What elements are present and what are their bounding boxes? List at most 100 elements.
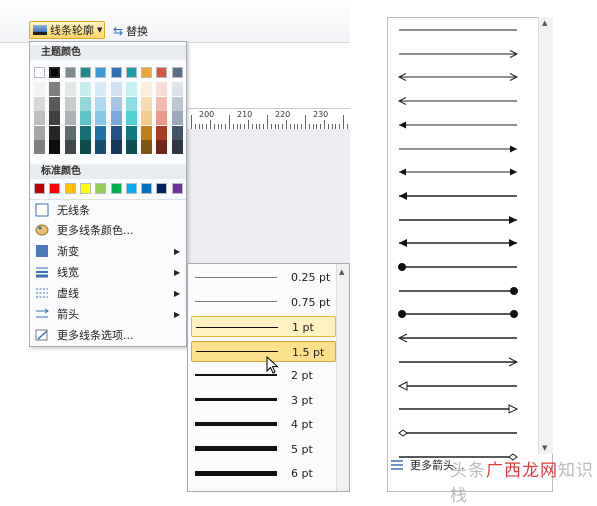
line-width-option[interactable]: 0.75 pt <box>191 292 336 313</box>
theme-shade-swatch[interactable] <box>95 82 107 96</box>
theme-shade-swatch[interactable] <box>110 111 122 125</box>
theme-color-swatch[interactable] <box>64 67 76 78</box>
arrow-style-option[interactable] <box>397 380 519 392</box>
theme-shade-swatch[interactable] <box>141 111 153 125</box>
theme-shade-swatch[interactable] <box>171 82 183 96</box>
arrow-style-option[interactable] <box>397 143 519 155</box>
theme-shade-swatch[interactable] <box>125 96 137 111</box>
arrow-style-option[interactable] <box>397 261 519 273</box>
line-width-option[interactable]: 1 pt <box>191 316 336 337</box>
menu-item-arrow[interactable]: 箭头 ▶ <box>30 304 186 324</box>
arrow-style-option[interactable] <box>397 71 519 83</box>
theme-shade-swatch[interactable] <box>171 140 183 154</box>
theme-shade-swatch[interactable] <box>49 125 61 140</box>
theme-shade-swatch[interactable] <box>64 125 76 140</box>
standard-color-swatch[interactable] <box>64 183 76 194</box>
theme-shade-swatch[interactable] <box>125 82 137 96</box>
standard-color-swatch[interactable] <box>79 183 91 194</box>
theme-shade-swatch[interactable] <box>34 125 45 140</box>
theme-shade-swatch[interactable] <box>79 96 91 111</box>
theme-shade-swatch[interactable] <box>141 125 153 140</box>
theme-shade-swatch[interactable] <box>34 111 45 125</box>
arrow-style-option[interactable] <box>397 24 519 36</box>
theme-shade-swatch[interactable] <box>49 96 61 111</box>
arrow-style-option[interactable] <box>397 237 519 249</box>
standard-color-swatch[interactable] <box>171 183 183 194</box>
theme-shade-swatch[interactable] <box>156 140 168 154</box>
theme-shade-swatch[interactable] <box>64 82 76 96</box>
line-outline-button[interactable]: 线条轮廓 ▼ <box>29 21 105 39</box>
standard-color-swatch[interactable] <box>34 183 45 194</box>
theme-color-swatch[interactable] <box>95 67 107 78</box>
theme-shade-swatch[interactable] <box>79 140 91 154</box>
theme-color-swatch[interactable] <box>49 67 61 78</box>
theme-shade-swatch[interactable] <box>141 82 153 96</box>
theme-color-swatch[interactable] <box>110 67 122 78</box>
menu-item-line-width[interactable]: 线宽 ▶ <box>30 262 186 282</box>
theme-shade-swatch[interactable] <box>49 140 61 154</box>
theme-shade-swatch[interactable] <box>110 96 122 111</box>
arrow-style-option[interactable] <box>397 190 519 202</box>
theme-shade-swatch[interactable] <box>34 96 45 111</box>
scroll-up-icon[interactable]: ▲ <box>542 19 547 27</box>
scroll-up-icon[interactable]: ▲ <box>339 268 344 276</box>
line-width-option[interactable]: 4 pt <box>191 414 336 435</box>
theme-shade-swatch[interactable] <box>125 140 137 154</box>
scrollbar[interactable]: ▲ <box>336 264 349 491</box>
theme-shade-swatch[interactable] <box>141 96 153 111</box>
arrow-style-option[interactable] <box>397 403 519 415</box>
theme-shade-swatch[interactable] <box>110 125 122 140</box>
arrow-style-option[interactable] <box>397 356 519 368</box>
theme-color-swatch[interactable] <box>141 67 153 78</box>
theme-shade-swatch[interactable] <box>141 140 153 154</box>
standard-color-swatch[interactable] <box>95 183 107 194</box>
standard-color-swatch[interactable] <box>156 183 168 194</box>
theme-shade-swatch[interactable] <box>171 111 183 125</box>
theme-shade-swatch[interactable] <box>79 125 91 140</box>
theme-shade-swatch[interactable] <box>34 82 45 96</box>
theme-shade-swatch[interactable] <box>34 140 45 154</box>
theme-shade-swatch[interactable] <box>125 125 137 140</box>
line-width-option[interactable]: 5 pt <box>191 439 336 460</box>
theme-shade-swatch[interactable] <box>95 140 107 154</box>
line-width-option[interactable]: 1.5 pt <box>191 340 336 362</box>
menu-item-line-options[interactable]: 更多线条选项... <box>30 325 186 345</box>
theme-color-swatch[interactable] <box>125 67 137 78</box>
theme-shade-swatch[interactable] <box>125 111 137 125</box>
theme-color-swatch[interactable] <box>34 67 45 78</box>
replace-button[interactable]: ⇆ 替换 <box>113 22 148 40</box>
theme-shade-swatch[interactable] <box>156 96 168 111</box>
theme-color-swatch[interactable] <box>171 67 183 78</box>
theme-shade-swatch[interactable] <box>79 111 91 125</box>
scrollbar[interactable]: ▲ ▼ <box>538 17 553 454</box>
theme-shade-swatch[interactable] <box>110 82 122 96</box>
theme-shade-swatch[interactable] <box>156 125 168 140</box>
menu-item-gradient[interactable]: 渐变 ▶ <box>30 241 186 261</box>
theme-shade-swatch[interactable] <box>95 111 107 125</box>
theme-shade-swatch[interactable] <box>110 140 122 154</box>
arrow-style-option[interactable] <box>397 427 519 439</box>
theme-shade-swatch[interactable] <box>171 96 183 111</box>
arrow-style-option[interactable] <box>397 214 519 226</box>
theme-color-swatch[interactable] <box>156 67 168 78</box>
standard-color-swatch[interactable] <box>49 183 61 194</box>
theme-shade-swatch[interactable] <box>156 111 168 125</box>
line-width-option[interactable]: 3 pt <box>191 390 336 411</box>
theme-color-swatch[interactable] <box>79 67 91 78</box>
theme-shade-swatch[interactable] <box>95 96 107 111</box>
arrow-style-option[interactable] <box>397 332 519 344</box>
arrow-style-option[interactable] <box>397 285 519 297</box>
menu-item-palette[interactable]: 更多线条颜色... <box>30 220 186 240</box>
menu-item-dash[interactable]: 虚线 ▶ <box>30 283 186 303</box>
standard-color-swatch[interactable] <box>125 183 137 194</box>
arrow-style-option[interactable] <box>397 166 519 178</box>
arrow-style-option[interactable] <box>397 308 519 320</box>
theme-shade-swatch[interactable] <box>64 140 76 154</box>
scroll-down-icon[interactable]: ▼ <box>542 444 547 452</box>
arrow-style-option[interactable] <box>397 119 519 131</box>
theme-shade-swatch[interactable] <box>156 82 168 96</box>
line-width-option[interactable]: 0.25 pt <box>191 267 336 288</box>
line-width-option[interactable]: 6 pt <box>191 463 336 484</box>
theme-shade-swatch[interactable] <box>79 82 91 96</box>
theme-shade-swatch[interactable] <box>95 125 107 140</box>
